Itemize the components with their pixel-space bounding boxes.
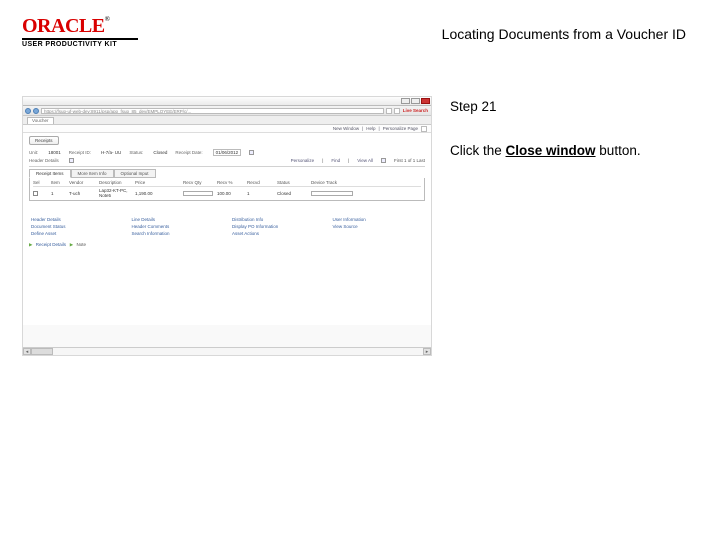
row-range: First 1 of 1 Last [394, 158, 425, 163]
header-details-label: Header Details [29, 158, 59, 163]
app-toolbar: New Window | Help | Personalize Page [23, 125, 431, 133]
cell-price: 1,190.00 [135, 191, 179, 196]
expand-icon-2: ▶ [70, 242, 73, 247]
col-item: Item [51, 180, 65, 185]
link-personalize[interactable]: Personalize Page [383, 126, 418, 131]
col-track: Device Track [311, 180, 353, 185]
instr-post: button. [596, 143, 641, 158]
cell-desc: Lap32-KT-PC, Note5 [99, 188, 131, 198]
table-row: 1 T-uch Lap32-KT-PC, Note5 1,190.00 100.… [33, 187, 421, 198]
col-desc: Description [99, 180, 131, 185]
window-titlebar [23, 97, 431, 106]
cell-vendor: T-uch [69, 191, 95, 196]
cell-recv-pct: 100.00 [217, 191, 243, 196]
col-rcvd: Recvd [247, 180, 273, 185]
search-field[interactable] [394, 108, 400, 114]
expand-icon: ▶ [29, 242, 32, 247]
link-define-asset[interactable]: Define Asset [31, 231, 122, 236]
detail-tab-panel: Sel Item Vendor Description Price Recv Q… [29, 178, 425, 201]
scroll-right-icon[interactable]: ▸ [423, 348, 431, 355]
horizontal-scrollbar[interactable]: ◂ ▸ [23, 347, 431, 355]
link-user-information[interactable]: User Information [333, 217, 424, 222]
header-subrow: Header Details Personalize | Find | View… [29, 157, 425, 164]
receipt-date-label: Receipt Date: [175, 150, 202, 155]
detail-tabs: Receipt Items More Item Info Optional In… [29, 169, 425, 178]
link-display-po-info[interactable]: Display PO Information [232, 224, 323, 229]
tab-receipt-items[interactable]: Receipt Items [29, 169, 71, 178]
header-info-row: Unit: 18001 Receipt ID: H-7/a- UU Status… [29, 148, 425, 157]
maximize-button[interactable] [411, 98, 420, 104]
receipt-details-expander[interactable]: ▶ Receipt Details ▶ Note [29, 242, 425, 248]
cell-device-track[interactable] [311, 191, 353, 196]
personalize-link[interactable]: Personalize [291, 158, 315, 163]
link-line-details[interactable]: Line Details [132, 217, 223, 222]
product-name: USER PRODUCTIVITY KIT [22, 41, 162, 48]
step-label: Step 21 [450, 96, 698, 118]
browser-address-bar: https://fsup-uf-web-dev:8911/psp/app_fsu… [23, 106, 431, 116]
related-links: Header Details Line Details Distribution… [29, 217, 425, 236]
oracle-wordmark: ORACLE® [22, 16, 162, 36]
minimize-button[interactable] [401, 98, 410, 104]
step-instruction: Click the Close window button. [450, 140, 698, 162]
instr-pre: Click the [450, 143, 506, 158]
receipt-id-value: H-7/a- UU [101, 150, 121, 155]
link-distribution-info[interactable]: Distribution Info [232, 217, 323, 222]
grid-icon[interactable] [381, 158, 386, 163]
cell-status: Closed [277, 191, 307, 196]
close-window-button[interactable] [421, 98, 430, 104]
col-vendor: Vendor [69, 180, 95, 185]
col-status: Status [277, 180, 307, 185]
app-content: Receipts Unit: 18001 Receipt ID: H-7/a- … [23, 133, 431, 325]
cell-rcvd: 1 [247, 191, 273, 196]
receipt-id-label: Receipt ID: [69, 150, 91, 155]
expand-label: Receipt Details [36, 242, 66, 247]
col-price: Price [135, 180, 179, 185]
col-rqty: Recv Qty [183, 180, 213, 185]
link-help[interactable]: Help [366, 126, 375, 131]
scroll-left-icon[interactable]: ◂ [23, 348, 31, 355]
row-select-checkbox[interactable] [33, 191, 38, 196]
browser-tab[interactable]: Voucher [27, 117, 54, 124]
find-link[interactable]: Find [331, 158, 340, 163]
tab-optional-input[interactable]: Optional Input [114, 169, 156, 178]
scroll-track[interactable] [31, 348, 423, 355]
grid-header: Sel Item Vendor Description Price Recv Q… [33, 180, 421, 187]
tab-more-item-info[interactable]: More Item Info [71, 169, 114, 178]
oracle-logo-block: ORACLE® USER PRODUCTIVITY KIT [22, 16, 162, 48]
unit-label: Unit: [29, 150, 38, 155]
app-screenshot: https://fsup-uf-web-dev:8911/psp/app_fsu… [22, 96, 432, 356]
link-header-comments[interactable]: Header Comments [132, 224, 223, 229]
link-document-status[interactable]: Document Status [31, 224, 122, 229]
logo-divider [22, 38, 138, 40]
status-value: Closed [153, 150, 167, 155]
link-search-information[interactable]: Search Information [132, 231, 223, 236]
refresh-icon[interactable] [386, 108, 392, 114]
col-rpct: Recv % [217, 180, 243, 185]
unit-value: 18001 [48, 150, 61, 155]
live-search-label: Live Search [402, 108, 429, 113]
col-sel: Sel [33, 180, 47, 185]
browser-tab-strip: Voucher [23, 116, 431, 125]
nav-forward-icon[interactable] [33, 108, 39, 114]
link-view-source[interactable]: View Source [333, 224, 424, 229]
lesson-title: Locating Documents from a Voucher ID [442, 16, 686, 42]
header-details-icon[interactable] [69, 158, 74, 163]
expand-note: Note [77, 242, 87, 247]
instruction-panel: Step 21 Click the Close window button. [450, 96, 698, 356]
scroll-thumb[interactable] [31, 348, 53, 355]
http-icon [421, 126, 427, 132]
link-new-window[interactable]: New Window [333, 126, 359, 131]
status-label: Status: [129, 150, 143, 155]
url-field[interactable]: https://fsup-uf-web-dev:8911/psp/app_fsu… [41, 108, 384, 114]
nav-back-icon[interactable] [25, 108, 31, 114]
calendar-icon[interactable] [249, 150, 254, 155]
instr-target: Close window [506, 143, 596, 158]
cell-item: 1 [51, 191, 65, 196]
viewall-link[interactable]: View All [357, 158, 373, 163]
receipts-button[interactable]: Receipts [29, 136, 59, 145]
link-header-details[interactable]: Header Details [31, 217, 122, 222]
receipt-date-field[interactable]: 01/06/2012 [213, 149, 242, 156]
cell-recv-qty[interactable] [183, 191, 213, 196]
link-asset-actions[interactable]: Asset Actions [232, 231, 323, 236]
